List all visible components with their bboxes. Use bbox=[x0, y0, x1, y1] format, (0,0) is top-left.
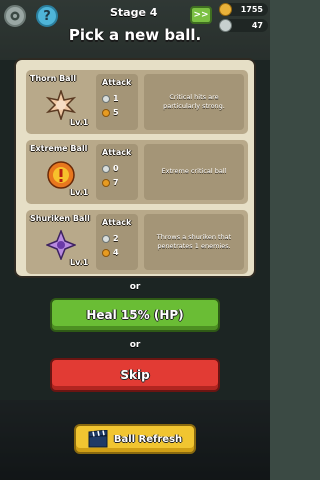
clapperboard-icon bbox=[88, 430, 108, 448]
fast-forward-button[interactable]: >> bbox=[190, 6, 212, 24]
ball-name: Extreme Ball bbox=[30, 144, 88, 153]
silver-ball-icon bbox=[102, 234, 110, 243]
attack-gold: 4 bbox=[102, 248, 119, 257]
settings-button[interactable] bbox=[4, 5, 26, 27]
thorn-ball-icon bbox=[46, 90, 76, 120]
ball-choice-panel: Thorn Ball Lv.1 Attack 1 5 Critical hits… bbox=[14, 58, 256, 278]
help-button[interactable]: ? bbox=[36, 5, 58, 27]
shuriken-ball-icon bbox=[46, 230, 76, 260]
gold-ball-icon bbox=[102, 178, 110, 187]
ball-name: Thorn Ball bbox=[30, 74, 77, 83]
silver-ball-icon bbox=[102, 164, 110, 173]
attack-silver: 0 bbox=[102, 164, 119, 173]
heal-button[interactable]: Heal 15% (HP) bbox=[50, 298, 220, 332]
attack-gold: 5 bbox=[102, 108, 119, 117]
attack-box: Attack 1 5 bbox=[96, 74, 138, 130]
stage-label: Stage 4 bbox=[110, 6, 158, 19]
gold-ball-icon bbox=[102, 108, 110, 117]
ball-description: Throws a shuriken that penetrates 1 enem… bbox=[144, 214, 244, 270]
attack-box: Attack 2 4 bbox=[96, 214, 138, 270]
attack-box: Attack 0 7 bbox=[96, 144, 138, 200]
attack-silver: 2 bbox=[102, 234, 119, 243]
ball-name: Shuriken Ball bbox=[30, 214, 90, 223]
ball-option-thorn[interactable]: Thorn Ball Lv.1 Attack 1 5 Critical hits… bbox=[26, 70, 248, 134]
ball-option-shuriken[interactable]: Shuriken Ball Lv.1 Attack 2 4 Throws a s… bbox=[26, 210, 248, 274]
attack-label: Attack bbox=[102, 148, 132, 157]
extreme-ball-icon bbox=[47, 161, 75, 189]
gold-counter: 1755 bbox=[219, 3, 268, 16]
ball-level: Lv.1 bbox=[70, 118, 89, 127]
ball-level: Lv.1 bbox=[70, 188, 89, 197]
attack-silver: 1 bbox=[102, 94, 119, 103]
or-separator: or bbox=[129, 340, 141, 350]
attack-label: Attack bbox=[102, 218, 132, 227]
gold-coin-icon bbox=[219, 3, 232, 16]
ball-refresh-button[interactable]: Ball Refresh bbox=[74, 424, 196, 454]
gold-ball-icon bbox=[102, 248, 110, 257]
ball-description: Critical hits are particularly strong. bbox=[144, 74, 244, 130]
silver-ball-icon bbox=[102, 94, 110, 103]
gear-icon bbox=[10, 11, 20, 21]
ball-option-extreme[interactable]: Extreme Ball Lv.1 Attack 0 7 Extreme cri… bbox=[26, 140, 248, 204]
skip-button[interactable]: Skip bbox=[50, 358, 220, 392]
ball-level: Lv.1 bbox=[70, 258, 89, 267]
attack-gold: 7 bbox=[102, 178, 119, 187]
ball-description: Extreme critical ball bbox=[144, 144, 244, 200]
ball-refresh-label: Ball Refresh bbox=[113, 433, 183, 445]
or-separator: or bbox=[129, 282, 141, 292]
attack-label: Attack bbox=[102, 78, 132, 87]
gold-amount: 1755 bbox=[240, 5, 263, 14]
dialog-title: Pick a new ball. bbox=[68, 26, 202, 44]
